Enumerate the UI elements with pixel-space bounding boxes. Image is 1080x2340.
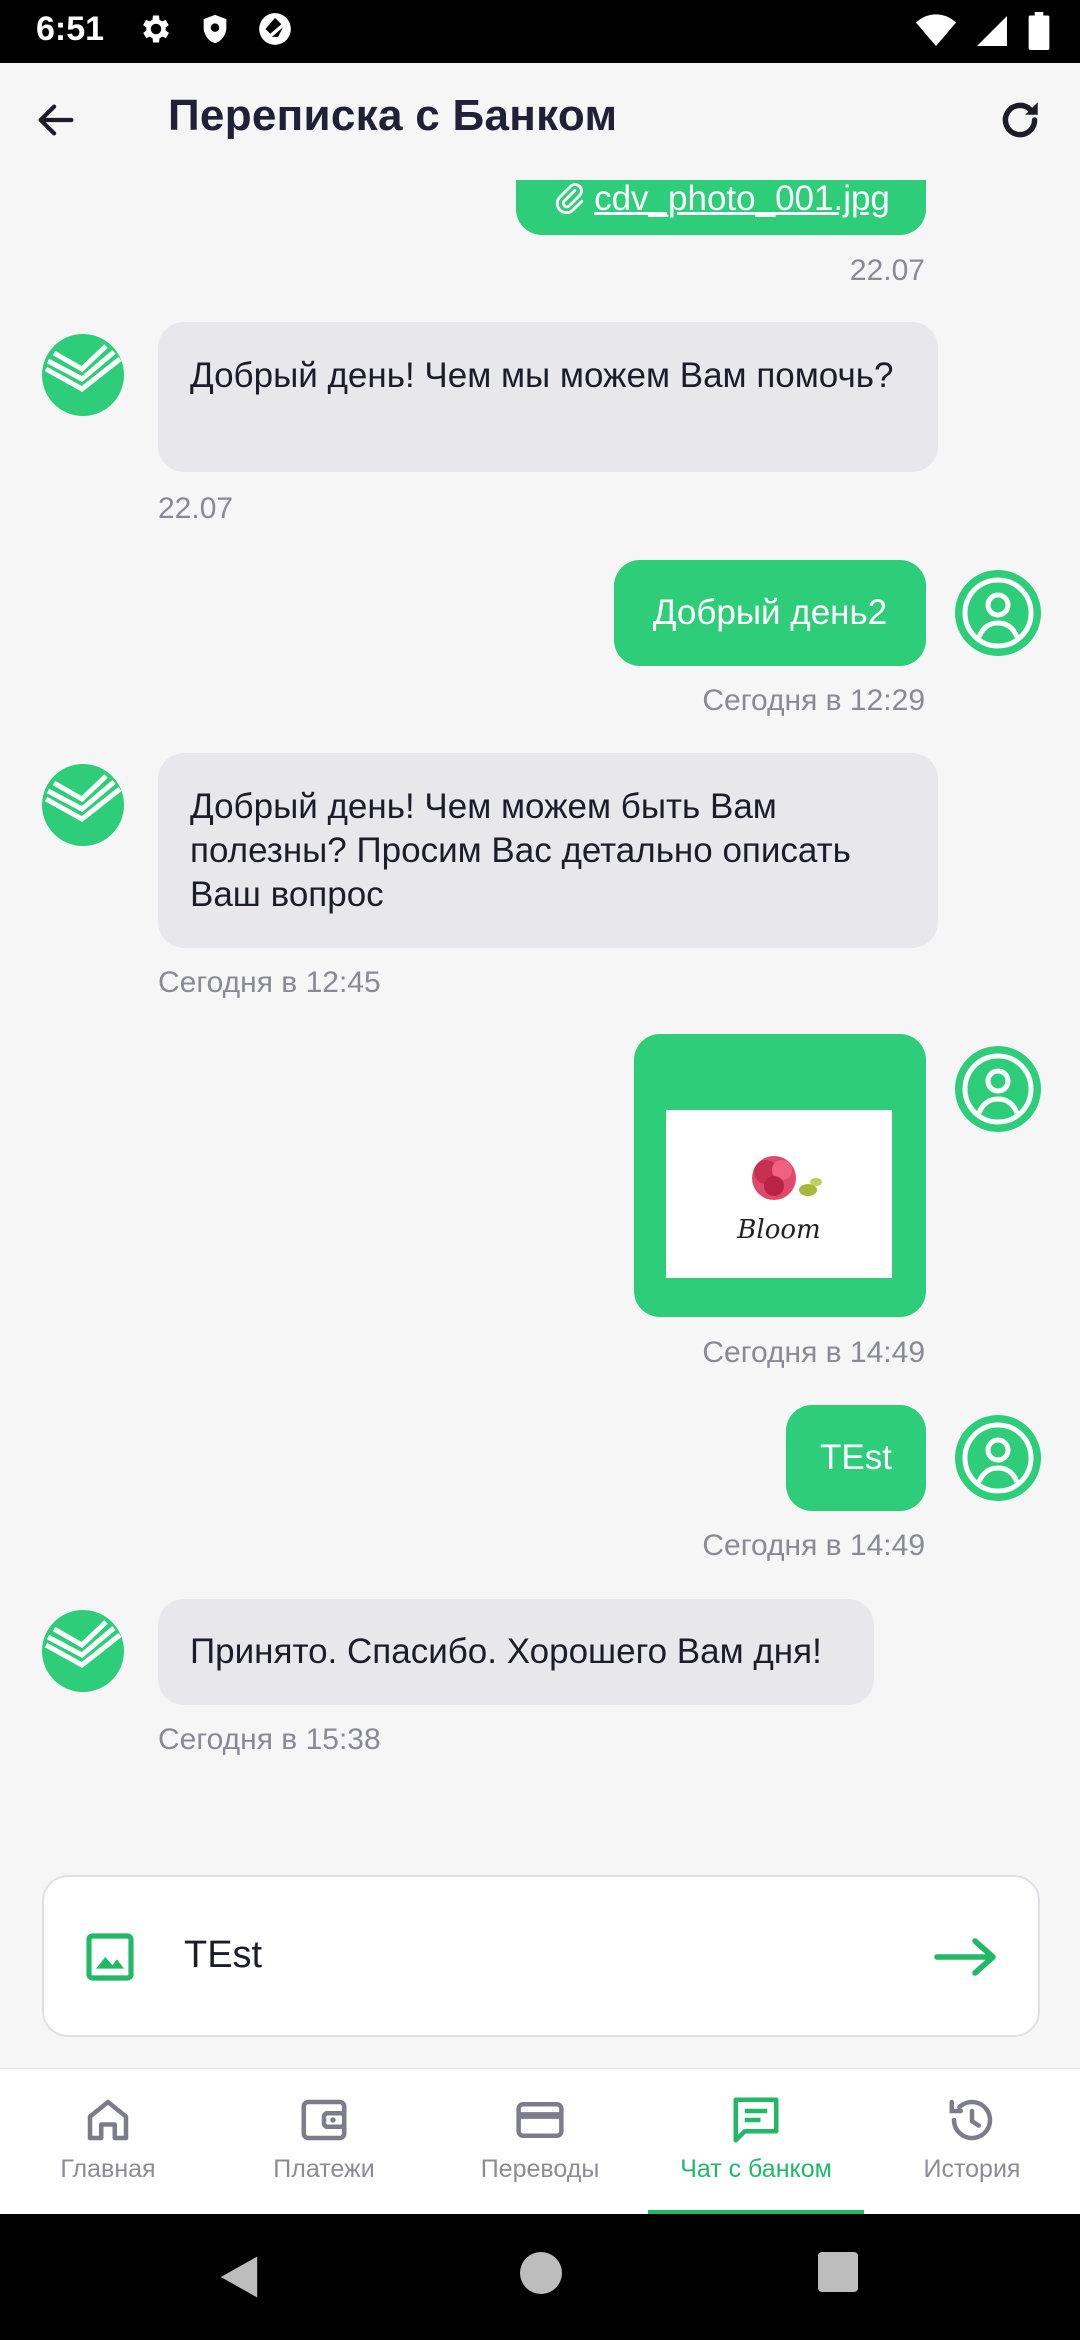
system-home-button[interactable] bbox=[520, 2252, 562, 2299]
status-bar: 6:51 bbox=[0, 0, 1080, 63]
message-text: Добрый день2 bbox=[652, 593, 888, 632]
bloom-label: Bloom bbox=[736, 1215, 820, 1245]
bank-logo-icon bbox=[42, 764, 124, 846]
message-time: Сегодня в 14:49 bbox=[702, 1529, 925, 1562]
system-navigation-bar bbox=[0, 2214, 1080, 2340]
nav-item-bank-chat[interactable]: Чат с банком bbox=[648, 2069, 864, 2214]
nav-item-home[interactable]: Главная bbox=[0, 2069, 216, 2214]
user-avatar-icon bbox=[955, 1046, 1041, 1132]
system-back-button[interactable] bbox=[216, 2252, 262, 2307]
bottom-navigation: Главная Платежи Переводы Чат с банком Ис… bbox=[0, 2068, 1080, 2214]
message-text: Принято. Спасибо. Хорошего Вам дня! bbox=[190, 1632, 822, 1671]
message-time: Сегодня в 12:29 bbox=[702, 684, 925, 717]
back-button[interactable] bbox=[26, 90, 86, 150]
refresh-icon bbox=[1002, 102, 1038, 138]
bloom-logo-icon: Bloom bbox=[736, 1156, 822, 1245]
battery-icon bbox=[1028, 12, 1050, 55]
message-text: Добрый день! Чем мы можем Вам помочь? bbox=[190, 356, 894, 395]
nav-label: Переводы bbox=[480, 2155, 600, 2183]
nav-item-transfers[interactable]: Переводы bbox=[432, 2069, 648, 2214]
file-attachment-link[interactable]: cdv_photo_001.jpg bbox=[552, 180, 890, 221]
file-name: cdv_photo_001.jpg bbox=[594, 180, 890, 218]
circle-home-icon bbox=[520, 2252, 562, 2294]
wallet-icon bbox=[301, 2099, 347, 2141]
message-time: Сегодня в 14:49 bbox=[702, 1336, 925, 1369]
square-recents-icon bbox=[818, 2252, 858, 2292]
chat-messages[interactable]: cdv_photo_001.jpg 22.07 Добрый день! Чем… bbox=[0, 180, 1080, 1860]
nav-item-history[interactable]: История bbox=[864, 2069, 1080, 2214]
page-title: Переписка с Банком bbox=[168, 91, 618, 140]
nav-label: Чат с банком bbox=[680, 2155, 832, 2183]
refresh-button[interactable] bbox=[990, 90, 1050, 150]
gear-icon bbox=[138, 11, 174, 52]
message-incoming[interactable]: Принято. Спасибо. Хорошего Вам дня! bbox=[158, 1599, 874, 1705]
message-outgoing[interactable]: Добрый день2 bbox=[614, 560, 926, 666]
message-outgoing[interactable]: TEst bbox=[786, 1405, 926, 1511]
message-text: Добрый день! Чем можем быть Вам полезны?… bbox=[190, 787, 851, 914]
image-thumbnail[interactable]: Bloom bbox=[666, 1110, 892, 1278]
bank-logo-icon bbox=[42, 334, 124, 416]
message-outgoing-image[interactable]: Bloom bbox=[634, 1034, 926, 1317]
message-input[interactable] bbox=[184, 1925, 924, 1985]
wifi-icon bbox=[916, 13, 956, 54]
bank-logo-icon bbox=[42, 1610, 124, 1692]
system-recents-button[interactable] bbox=[818, 2252, 858, 2297]
triangle-back-icon bbox=[220, 2256, 258, 2298]
image-icon bbox=[86, 1933, 134, 1981]
chat-icon bbox=[733, 2097, 779, 2143]
attach-image-button[interactable] bbox=[82, 1929, 138, 1985]
nav-label: Платежи bbox=[273, 2155, 375, 2183]
nav-label: Главная bbox=[60, 2155, 156, 2183]
message-time: Сегодня в 15:38 bbox=[158, 1723, 381, 1756]
shield-icon bbox=[198, 11, 232, 52]
message-time: 22.07 bbox=[849, 254, 925, 287]
message-incoming[interactable]: Добрый день! Чем можем быть Вам полезны?… bbox=[158, 753, 938, 948]
app-bar: Переписка с Банком bbox=[0, 63, 1080, 180]
nav-label: История bbox=[923, 2155, 1021, 2183]
status-time: 6:51 bbox=[36, 10, 105, 48]
message-outgoing-file[interactable]: cdv_photo_001.jpg bbox=[516, 180, 926, 235]
paperclip-icon bbox=[555, 183, 584, 215]
home-icon bbox=[87, 2099, 129, 2141]
nav-item-payments[interactable]: Платежи bbox=[216, 2069, 432, 2214]
arrow-right-icon bbox=[934, 1938, 996, 1976]
history-icon bbox=[949, 2099, 993, 2141]
message-text: TEst bbox=[820, 1438, 892, 1477]
message-incoming[interactable]: Добрый день! Чем мы можем Вам помочь? bbox=[158, 322, 938, 472]
camera-aperture-icon bbox=[256, 10, 294, 53]
user-avatar-icon bbox=[955, 1415, 1041, 1501]
card-icon bbox=[516, 2102, 564, 2138]
message-time: 22.07 bbox=[158, 492, 234, 525]
signal-icon bbox=[974, 13, 1010, 54]
send-button[interactable] bbox=[932, 1925, 1002, 1989]
message-time: Сегодня в 12:45 bbox=[158, 966, 381, 999]
arrow-left-icon bbox=[38, 104, 74, 136]
message-composer bbox=[42, 1875, 1040, 2037]
user-avatar-icon bbox=[955, 570, 1041, 656]
